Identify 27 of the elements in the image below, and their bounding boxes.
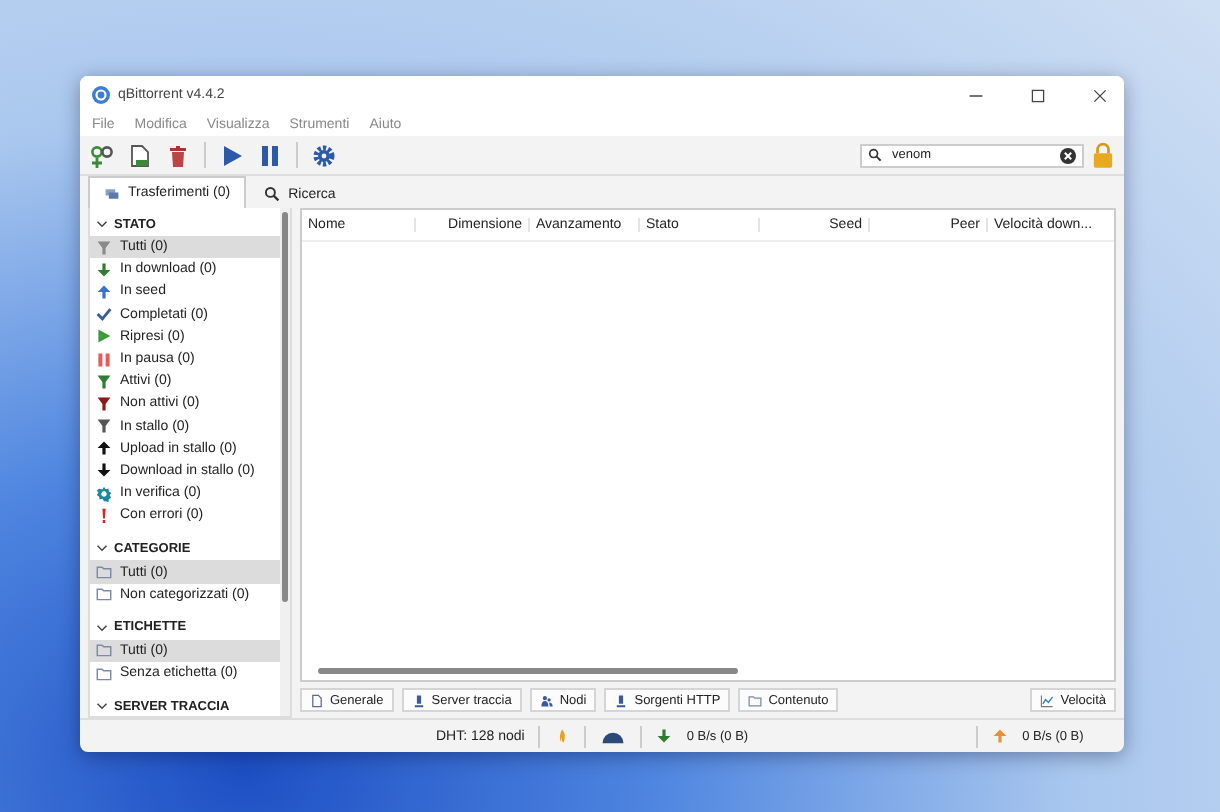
server-icon bbox=[411, 693, 426, 707]
search-icon bbox=[264, 186, 281, 202]
trash-icon[interactable] bbox=[166, 143, 190, 167]
chevron-icon[interactable] bbox=[96, 700, 108, 713]
download-arrow-icon bbox=[656, 728, 673, 744]
people-icon bbox=[539, 693, 554, 707]
scrollbar-thumb[interactable] bbox=[318, 668, 738, 674]
doc-icon bbox=[310, 693, 324, 707]
close-icon[interactable] bbox=[1092, 87, 1108, 103]
play-icon[interactable] bbox=[220, 143, 244, 167]
file-icon[interactable] bbox=[128, 143, 152, 167]
upload-arrow-icon bbox=[992, 728, 1009, 744]
chart-icon bbox=[1040, 693, 1055, 707]
maximize-icon[interactable] bbox=[1030, 87, 1046, 103]
server-icon bbox=[614, 693, 629, 707]
speedometer-icon[interactable] bbox=[600, 729, 627, 743]
search-icon bbox=[868, 148, 882, 162]
chevron-icon[interactable] bbox=[96, 621, 108, 634]
folder-icon bbox=[748, 693, 763, 707]
transfers-icon bbox=[104, 185, 120, 201]
settings-icon[interactable] bbox=[312, 143, 336, 167]
pause-icon[interactable] bbox=[258, 143, 282, 167]
clear-icon[interactable] bbox=[1060, 147, 1076, 163]
scrollbar-thumb[interactable] bbox=[282, 212, 288, 602]
chevron-icon[interactable] bbox=[96, 542, 108, 555]
app-logo-icon bbox=[92, 86, 110, 104]
chevron-icon[interactable] bbox=[96, 218, 108, 230]
